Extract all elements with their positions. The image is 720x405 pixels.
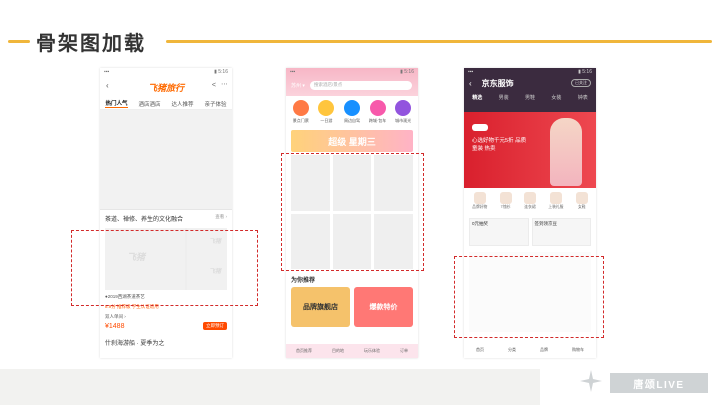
category-tabs: 热门人气 酒店酒店 达人推荐 亲子体验 — [100, 98, 232, 110]
status-bar: ▪▪▪ ▮ 5:16 — [290, 69, 414, 75]
nav-category[interactable]: 分类 — [508, 347, 516, 353]
brand-logo-icon — [580, 370, 602, 392]
city-selector[interactable]: 苏州 ▾ — [291, 82, 305, 89]
recommend-title: 为你推荐 — [291, 278, 316, 284]
service-icons: 景点门票 一日游 周边自驾 跨城·包车 城市观光 — [286, 96, 418, 128]
tab-recommend[interactable]: 达人推荐 — [171, 100, 193, 108]
nav-experience[interactable]: 玩乐体验 — [364, 348, 380, 354]
brand-text: 唐颂LIVE — [633, 379, 685, 391]
dark-header: ▪▪▪ ▮ 5:16 ‹ 京东服饰 已关注 精选 男装 男鞋 女装 钟表 — [464, 68, 596, 112]
product-categories: 品牌好物 T恤衫 连衣裙 上装礼服 女鞋 — [464, 188, 596, 216]
card-checkin[interactable]: 签到领京豆 — [531, 218, 591, 246]
product-icon — [523, 192, 536, 204]
skeleton-block — [100, 110, 232, 210]
nav-orders[interactable]: 订单 — [400, 348, 408, 354]
rec-card-sale[interactable]: 爆款特价 — [354, 287, 413, 327]
price: ¥1488 — [105, 322, 125, 330]
page-title: 骨架图加载 — [36, 31, 146, 55]
highlight-box-2 — [281, 153, 424, 271]
back-icon[interactable]: ‹ — [469, 79, 472, 88]
phone-screenshot-feizhu: ▪▪▪ ▮ 5:16 ‹ 飞猪旅行 < ⋯ 热门人气 酒店酒店 达人推荐 亲子体验… — [100, 68, 232, 358]
card-lottery[interactable]: 0元抽奖 — [469, 218, 529, 246]
prod-item[interactable]: 连衣裙 — [523, 192, 536, 216]
status-bar: ▪▪▪ ▮ 5:16 — [104, 69, 228, 75]
product-icon — [575, 192, 588, 204]
product-icon — [499, 192, 512, 204]
category-tabs: 精选 男装 男鞋 女装 钟表 — [464, 90, 596, 104]
more-icon[interactable]: ⋯ — [221, 80, 228, 88]
tab-hotel[interactable]: 酒店酒店 — [138, 100, 160, 108]
nav-destination[interactable]: 目的地 — [332, 348, 344, 354]
prod-item[interactable]: 品牌好物 — [472, 192, 487, 216]
app-topbar: ‹ 飞猪旅行 < ⋯ — [100, 76, 232, 98]
status-bar: ▪▪▪ ▮ 5:16 — [468, 69, 592, 75]
back-icon[interactable]: ‹ — [106, 81, 109, 90]
product-icon — [549, 192, 562, 204]
recommend-cards: 品牌旗舰店 爆款特价 — [286, 287, 418, 327]
charter-icon — [369, 100, 386, 116]
nav-home[interactable]: 首页 — [476, 347, 484, 353]
service-tickets[interactable]: 景点门票 — [290, 100, 312, 128]
book-button[interactable]: 立即预订 — [203, 322, 227, 330]
share-icon[interactable]: < — [212, 82, 216, 89]
store-title: 京东服饰 — [481, 78, 514, 88]
search-input[interactable]: 搜索酒店/景点 — [310, 81, 412, 90]
footer-bar — [0, 369, 540, 405]
bottom-nav: 首页推荐 目的地 玩乐体验 订单 — [286, 344, 418, 358]
tab-shoes[interactable]: 男鞋 — [525, 94, 535, 101]
highlight-box-3 — [454, 256, 604, 338]
nav-brand[interactable]: 品牌 — [540, 347, 548, 353]
title-bar: ‹ 京东服饰 已关注 — [464, 76, 596, 90]
tab-family[interactable]: 亲子体验 — [204, 100, 226, 108]
header-accent-left — [8, 40, 30, 43]
article-more-link[interactable]: 查看 › — [215, 214, 227, 224]
tab-popular[interactable]: 热门人气 — [105, 99, 128, 108]
brand-badge: 唐颂LIVE — [610, 373, 708, 393]
model-image — [550, 118, 582, 186]
app-logo: 飞猪旅行 — [147, 82, 184, 93]
service-drive[interactable]: 周边自驾 — [341, 100, 363, 128]
prod-item[interactable]: 上装礼服 — [548, 192, 563, 216]
product-icon — [473, 192, 486, 204]
service-dayTrip[interactable]: 一日游 — [315, 100, 337, 128]
service-sightseeing[interactable]: 城市观光 — [392, 100, 414, 128]
brand-tag — [472, 124, 488, 131]
tab-women[interactable]: 女装 — [551, 94, 561, 101]
sightseeing-icon — [395, 100, 412, 116]
nav-cart[interactable]: 购物车 — [572, 347, 584, 353]
price-row: ¥1488 立即预订 — [100, 320, 232, 332]
tab-featured[interactable]: 精选 — [472, 94, 482, 101]
rec-card-brand[interactable]: 品牌旗舰店 — [291, 287, 350, 327]
tab-watches[interactable]: 钟表 — [578, 94, 588, 101]
car-icon — [343, 100, 360, 116]
tab-men[interactable]: 男装 — [499, 94, 509, 101]
bottom-nav: 首页 分类 品牌 购物车 — [464, 342, 596, 358]
article-title: 茶道、禅修、养生的文化融合 — [105, 217, 184, 223]
service-charter[interactable]: 跨城·包车 — [367, 100, 389, 128]
pink-header: ▪▪▪ ▮ 5:16 苏州 ▾ 搜索酒店/景点 — [286, 68, 418, 96]
hero-text: 心选好物千元5折 品质童装 热卖 — [472, 138, 527, 152]
daytrip-icon — [318, 100, 335, 116]
promo-banner[interactable]: 超级 星期三 — [291, 130, 413, 152]
header-accent-right — [166, 40, 712, 43]
highlight-box-1 — [71, 230, 258, 306]
nav-home[interactable]: 首页推荐 — [296, 348, 312, 354]
follow-button[interactable]: 已关注 — [571, 79, 591, 87]
slide: 骨架图加载 ▪▪▪ ▮ 5:16 ‹ 飞猪旅行 < ⋯ 热门人气 酒店酒店 达人推… — [0, 0, 720, 405]
article-header: 茶道、禅修、养生的文化融合 查看 › — [100, 210, 232, 224]
next-article-title: 什刹海游船 · 夏季为之 — [105, 341, 165, 347]
promo-cards: 0元抽奖 签到领京豆 — [464, 216, 596, 246]
hero-banner[interactable]: 心选好物千元5折 品质童装 热卖 — [464, 112, 596, 188]
prod-item[interactable]: 女鞋 — [575, 192, 588, 216]
ticket-icon — [292, 100, 309, 116]
product-room[interactable]: 双人单间 › — [100, 310, 232, 320]
prod-item[interactable]: T恤衫 — [499, 192, 512, 216]
